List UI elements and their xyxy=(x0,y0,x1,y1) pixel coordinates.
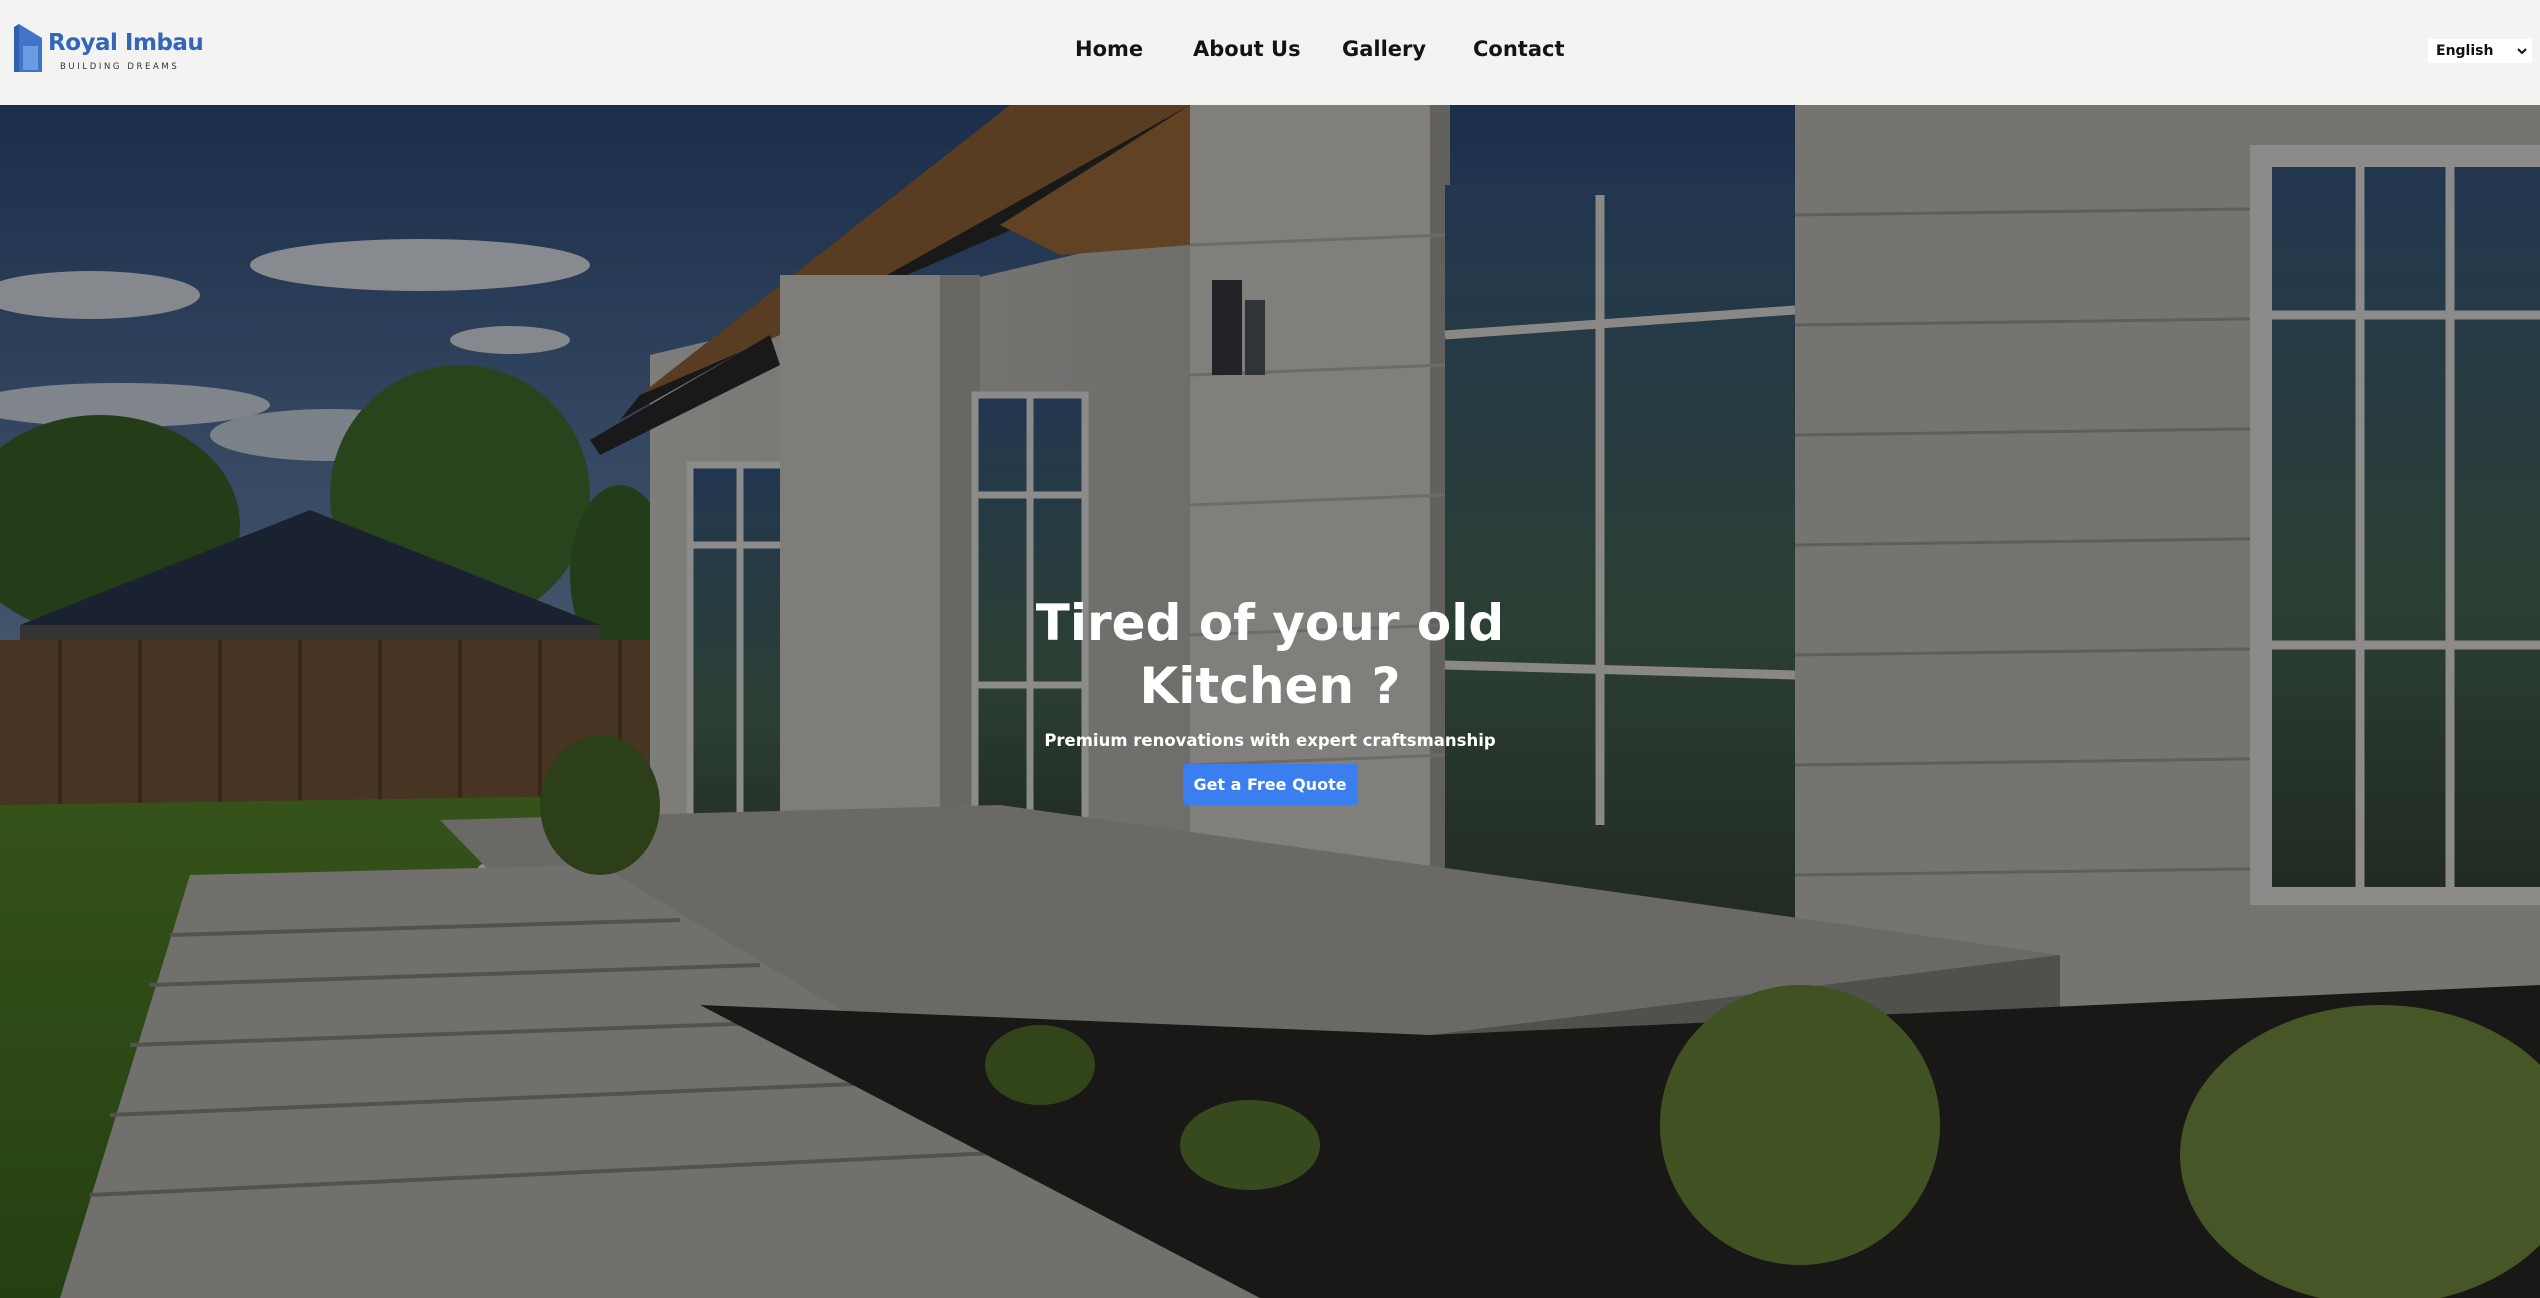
hero-title-line1: Tired of your old xyxy=(1035,594,1505,652)
hero-subtitle: Premium renovations with expert craftsma… xyxy=(1044,731,1496,750)
site-header: Royal Imbau BUILDING DREAMS Home About U… xyxy=(0,0,2540,105)
chevron-down-icon xyxy=(2517,48,2527,55)
nav-contact[interactable]: Contact xyxy=(1473,37,1565,61)
get-free-quote-button[interactable]: Get a Free Quote xyxy=(1182,764,1358,805)
hero-section: Tired of your old Kitchen ? Premium reno… xyxy=(0,105,2540,1298)
hero-title: Tired of your old Kitchen ? xyxy=(1010,592,1530,718)
language-selected: English xyxy=(2436,43,2494,59)
hero-title-line2: Kitchen ? xyxy=(1139,657,1401,715)
nav-about-us[interactable]: About Us xyxy=(1193,37,1301,61)
main-nav: Home About Us Gallery Contact xyxy=(0,37,2540,67)
language-select[interactable]: English xyxy=(2428,39,2532,63)
hero-content: Tired of your old Kitchen ? Premium reno… xyxy=(0,592,2540,805)
nav-home[interactable]: Home xyxy=(1075,37,1143,61)
nav-gallery[interactable]: Gallery xyxy=(1342,37,1426,61)
